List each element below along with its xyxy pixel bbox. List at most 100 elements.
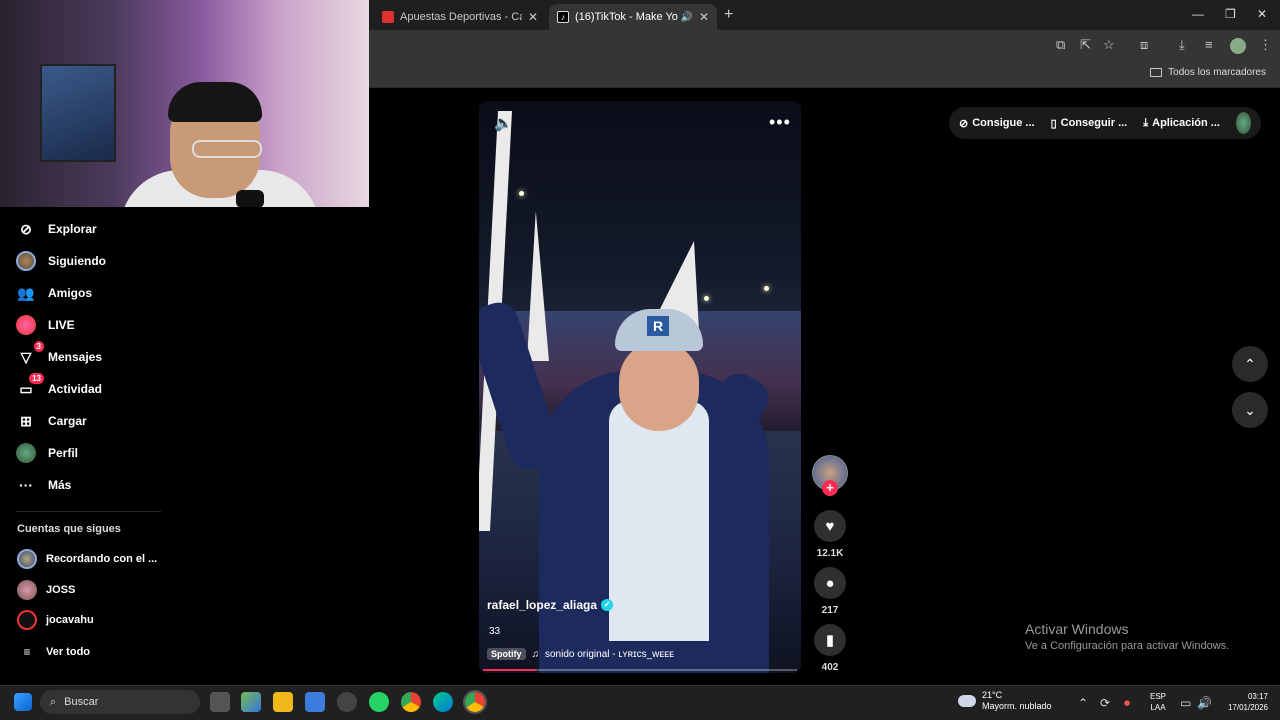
sidebar-item-perfil[interactable]: Perfil [16,441,78,465]
verified-badge-icon: ✓ [601,599,614,611]
file-explorer-icon[interactable] [273,692,293,712]
download-icon[interactable]: ⤓ [1179,37,1185,53]
sound-row[interactable]: Spotify ♫ sonido original - ʟʏʀɪᴄs_ᴡᴇᴇᴇ [487,648,674,660]
all-bookmarks-button[interactable]: Todos los marcadores [1150,67,1266,78]
chrome-active-icon[interactable] [463,690,487,714]
close-tab-icon[interactable]: ✕ [528,10,538,24]
following-account[interactable]: jocavahu [17,609,94,631]
weather-temp: 21°C [982,690,1003,700]
following-account[interactable]: JOSS [17,579,75,601]
sidebar-item-cargar[interactable]: ⊞ Cargar [16,409,87,433]
sidebar-item-mas[interactable]: ··· Más [16,473,71,497]
heart-icon: ♥ [825,517,835,535]
video-progress-bar[interactable] [483,669,797,671]
profile-icon [16,443,36,463]
more-options-icon[interactable]: ••• [769,112,791,133]
all-bookmarks-label: Todos los marcadores [1168,67,1266,78]
account-name: JOSS [46,584,76,596]
speaker-tray-icon[interactable]: 🔊 [1197,696,1212,710]
author-name: rafael_lopez_aliaga [487,598,598,612]
cloud-icon [958,695,976,707]
sidebar-item-label: Siguiendo [48,254,106,268]
more-icon: ··· [19,477,33,493]
copilot-icon[interactable] [241,692,261,712]
progress-fill [483,669,537,671]
compass-icon: ⊘ [20,220,32,237]
video-player[interactable]: R [479,101,801,673]
profile-avatar-icon[interactable] [1230,38,1246,54]
close-window-icon[interactable]: ✕ [1257,7,1267,21]
mic-icon[interactable]: ⏺ [1124,696,1130,711]
new-tab-button[interactable]: + [724,6,733,24]
tab-title: (16)TikTok - Make Your Day [575,11,678,23]
tiktok-favicon-icon: ♪ [557,11,569,23]
folder-icon [1150,68,1163,77]
translate-icon[interactable]: ⧉ [1056,37,1065,53]
close-tab-icon[interactable]: ✕ [699,10,709,24]
desktop-app-button[interactable]: ⤓ Aplicación ... [1143,117,1220,130]
account-name: jocavahu [46,614,94,626]
see-all-link[interactable]: ≡ Ver todo [17,641,90,663]
cap-logo-icon: R [647,316,669,336]
spotify-tag[interactable]: Spotify [487,648,526,660]
tray-chevron-up-icon[interactable]: ⌃ [1078,696,1088,710]
network-icon[interactable]: ▭ [1180,696,1191,710]
store-icon[interactable] [305,692,325,712]
save-button[interactable]: ▮ [814,624,846,656]
previous-video-button[interactable]: ⌃ [1232,346,1268,382]
following-account[interactable]: Recordando con el ... [17,548,157,570]
comment-count: 217 [821,605,839,616]
taskbar-clock[interactable]: 03:17 17/01/2026 [1218,691,1268,713]
sidebar-item-actividad[interactable]: ▭ 13 Actividad [16,373,102,401]
webcam-overlay [0,0,369,207]
tab-apuestas[interactable]: Apuestas Deportivas - Casa de ✕ [374,4,546,30]
language-indicator[interactable]: ESP LAA [1150,691,1166,713]
maximize-icon[interactable]: ❐ [1225,7,1236,21]
divider [16,511,161,512]
like-button[interactable]: ♥ [814,510,846,542]
edge-icon[interactable] [433,692,453,712]
chevron-up-icon: ⌃ [1244,355,1256,372]
sync-icon[interactable]: ⟳ [1100,696,1110,710]
minimize-icon[interactable]: — [1192,7,1204,21]
chrome-icon[interactable] [401,692,421,712]
sidebar-item-live[interactable]: LIVE [16,313,75,337]
wall-poster [40,64,116,162]
account-name: Recordando con el ... [46,553,158,565]
tab-tiktok[interactable]: ♪ (16)TikTok - Make Your Day 🔊 ✕ [549,4,717,30]
speaker-icon: 🔊 [680,11,693,23]
bookmark-star-icon[interactable]: ☆ [1103,37,1115,53]
messages-badge: 3 [33,341,44,352]
follow-plus-icon[interactable]: + [822,480,838,496]
next-video-button[interactable]: ⌄ [1232,392,1268,428]
volume-icon[interactable]: 🔈 [494,114,513,132]
save-count: 402 [821,662,839,673]
sidebar-item-mensajes[interactable]: ▽ 3 Mensajes [16,341,103,369]
search-icon: ⌕ [50,695,57,708]
windows-start-icon[interactable] [14,693,32,711]
sidebar-item-explorar[interactable]: ⊘ Explorar [16,217,97,241]
sidebar-item-label: LIVE [48,318,75,332]
sidebar-item-amigos[interactable]: 👥 Amigos [16,281,92,305]
microphone [236,190,264,207]
app-icon[interactable] [337,692,357,712]
extensions-icon[interactable]: ⧈ [1140,37,1148,53]
comment-button[interactable]: ● [814,567,846,599]
get-coins-button[interactable]: ⊘ Consigue ... [959,117,1035,130]
task-view-icon[interactable] [210,692,230,712]
sidebar-item-label: Explorar [48,222,97,236]
cast-icon[interactable]: ⇱ [1080,37,1091,53]
get-app-button[interactable]: ▯ Conseguir ... [1051,117,1128,130]
like-count: 12.1K [816,548,844,559]
user-avatar[interactable] [1235,112,1251,134]
sidebar-item-siguiendo[interactable]: Siguiendo [16,249,106,273]
sidebar-item-label: Cargar [48,414,87,428]
weather-widget[interactable]: 21°C Mayorm. nublado [958,690,1052,712]
taskbar-search[interactable]: ⌕ Buscar [40,690,200,714]
reading-list-icon[interactable]: ≡ [1205,37,1213,52]
whatsapp-icon[interactable] [369,692,389,712]
kebab-menu-icon[interactable]: ⋮ [1259,37,1272,53]
video-author[interactable]: rafael_lopez_aliaga ✓ [487,598,614,612]
sidebar-item-label: Mensajes [48,350,103,364]
avatar [17,610,37,630]
